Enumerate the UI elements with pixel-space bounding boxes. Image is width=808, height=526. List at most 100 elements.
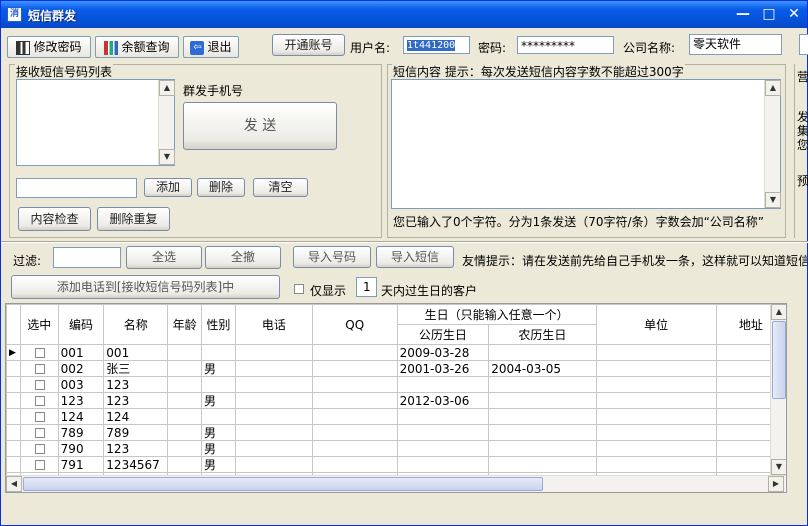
grid-horizontal-scrollbar[interactable]: ◀ ▶ bbox=[6, 475, 786, 492]
cell-qq[interactable] bbox=[311, 456, 398, 473]
cell-code[interactable]: 002 bbox=[57, 360, 105, 377]
cell-gender[interactable]: 男 bbox=[200, 456, 236, 473]
cell-name[interactable]: 124 bbox=[103, 408, 169, 425]
password-field[interactable]: ********* bbox=[517, 36, 614, 54]
cell-age[interactable] bbox=[167, 408, 202, 425]
cell-solar[interactable] bbox=[396, 424, 490, 441]
cell-code[interactable]: 789 bbox=[57, 424, 105, 441]
cell-solar[interactable]: 2009-03-28 bbox=[396, 344, 490, 361]
table-row[interactable]: 123 123 男 2012-03-06 bbox=[6, 392, 786, 409]
cell-phone[interactable] bbox=[234, 424, 313, 441]
import-sms-button[interactable]: 导入短信 bbox=[376, 246, 454, 268]
maximize-button[interactable]: □ bbox=[759, 5, 779, 25]
cell-lunar[interactable] bbox=[488, 456, 597, 473]
grid-hscroll-thumb[interactable] bbox=[23, 477, 543, 491]
scroll-down-icon[interactable]: ▼ bbox=[765, 192, 781, 208]
cell-gender[interactable] bbox=[200, 376, 236, 393]
cell-solar[interactable] bbox=[396, 456, 490, 473]
phone-list-scrollbar[interactable]: ▲ ▼ bbox=[158, 80, 175, 165]
cell-qq[interactable] bbox=[311, 408, 398, 425]
deselect-all-button[interactable]: 全撤 bbox=[205, 246, 281, 269]
remove-duplicates-button[interactable]: 删除重复 bbox=[97, 207, 170, 231]
cell-lunar[interactable] bbox=[488, 376, 597, 393]
cell-code[interactable]: 791 bbox=[57, 456, 105, 473]
open-account-button[interactable]: 开通账号 bbox=[272, 34, 345, 56]
days-input[interactable]: 1 bbox=[356, 277, 377, 297]
row-indicator[interactable] bbox=[6, 456, 21, 473]
cell-code[interactable]: 124 bbox=[57, 408, 105, 425]
filter-input[interactable] bbox=[53, 247, 121, 268]
col-phone[interactable]: 电话 bbox=[234, 304, 313, 345]
row-indicator[interactable] bbox=[6, 360, 21, 377]
only-show-checkbox[interactable] bbox=[294, 284, 304, 294]
row-select-checkbox[interactable] bbox=[35, 428, 46, 438]
cell-name[interactable]: 123 bbox=[103, 440, 169, 457]
cell-age[interactable] bbox=[167, 440, 202, 457]
sms-scrollbar[interactable]: ▲ ▼ bbox=[764, 80, 781, 208]
close-button[interactable]: ✕ bbox=[784, 5, 804, 25]
phone-number-list[interactable]: ▲ ▼ bbox=[16, 79, 175, 166]
cell-gender[interactable]: 男 bbox=[200, 392, 236, 409]
col-code[interactable]: 编码 bbox=[57, 304, 105, 345]
scroll-left-icon[interactable]: ◀ bbox=[6, 476, 22, 492]
cell-lunar[interactable] bbox=[488, 344, 597, 361]
cell-phone[interactable] bbox=[234, 360, 313, 377]
cell-code[interactable]: 790 bbox=[57, 440, 105, 457]
scroll-up-icon[interactable]: ▲ bbox=[765, 80, 781, 96]
cell-select[interactable] bbox=[19, 376, 59, 393]
cell-solar[interactable] bbox=[396, 376, 490, 393]
cell-select[interactable] bbox=[19, 344, 59, 361]
col-qq[interactable]: QQ bbox=[311, 304, 398, 345]
cell-select[interactable] bbox=[19, 440, 59, 457]
sms-content-textarea[interactable]: ▲ ▼ bbox=[391, 79, 781, 209]
row-select-checkbox[interactable] bbox=[35, 348, 46, 358]
cell-qq[interactable] bbox=[311, 440, 398, 457]
table-row[interactable]: 791 1234567 男 bbox=[6, 456, 786, 473]
cell-code[interactable]: 003 bbox=[57, 376, 105, 393]
table-row[interactable]: 790 123 男 bbox=[6, 440, 786, 457]
cell-select[interactable] bbox=[19, 392, 59, 409]
company-field[interactable]: 零天软件 bbox=[689, 34, 782, 55]
cell-solar[interactable] bbox=[396, 440, 490, 457]
cell-unit[interactable] bbox=[595, 424, 717, 441]
cell-name[interactable]: 1234567 bbox=[103, 456, 169, 473]
customer-grid[interactable]: 选中 编码 名称 年龄 性别 电话 QQ 生日（只能输入任意一个） 单位 地址 … bbox=[5, 303, 787, 493]
cell-phone[interactable] bbox=[234, 344, 313, 361]
scroll-up-icon[interactable]: ▲ bbox=[159, 80, 175, 96]
add-button[interactable]: 添加 bbox=[144, 178, 192, 197]
cell-solar[interactable] bbox=[396, 408, 490, 425]
cell-qq[interactable] bbox=[311, 344, 398, 361]
cell-gender[interactable] bbox=[200, 344, 236, 361]
cell-gender[interactable]: 男 bbox=[200, 424, 236, 441]
cell-qq[interactable] bbox=[311, 376, 398, 393]
row-select-checkbox[interactable] bbox=[35, 396, 46, 406]
cell-name[interactable]: 123 bbox=[103, 392, 169, 409]
cell-unit[interactable] bbox=[595, 376, 717, 393]
cell-select[interactable] bbox=[19, 456, 59, 473]
table-row[interactable]: 789 789 男 bbox=[6, 424, 786, 441]
cell-age[interactable] bbox=[167, 376, 202, 393]
select-all-button[interactable]: 全选 bbox=[126, 246, 202, 269]
cell-select[interactable] bbox=[19, 408, 59, 425]
cell-lunar[interactable] bbox=[488, 408, 597, 425]
row-indicator[interactable] bbox=[6, 376, 21, 393]
cell-lunar[interactable] bbox=[488, 424, 597, 441]
cell-unit[interactable] bbox=[595, 344, 717, 361]
col-unit[interactable]: 单位 bbox=[595, 304, 717, 345]
scroll-down-icon[interactable]: ▼ bbox=[771, 459, 786, 475]
col-name[interactable]: 名称 bbox=[103, 304, 169, 345]
cell-code[interactable]: 001 bbox=[57, 344, 105, 361]
scroll-right-icon[interactable]: ▶ bbox=[768, 476, 784, 492]
cell-code[interactable]: 123 bbox=[57, 392, 105, 409]
cell-qq[interactable] bbox=[311, 424, 398, 441]
cell-lunar[interactable]: 2004-03-05 bbox=[488, 360, 597, 377]
import-numbers-button[interactable]: 导入号码 bbox=[293, 246, 371, 268]
cell-name[interactable]: 789 bbox=[103, 424, 169, 441]
row-indicator[interactable] bbox=[6, 408, 21, 425]
cell-solar[interactable]: 2001-03-26 bbox=[396, 360, 490, 377]
row-indicator[interactable]: ▶ bbox=[6, 344, 21, 361]
cell-gender[interactable] bbox=[200, 408, 236, 425]
cell-unit[interactable] bbox=[595, 440, 717, 457]
cell-phone[interactable] bbox=[234, 376, 313, 393]
change-password-button[interactable]: 修改密码 bbox=[7, 36, 91, 58]
